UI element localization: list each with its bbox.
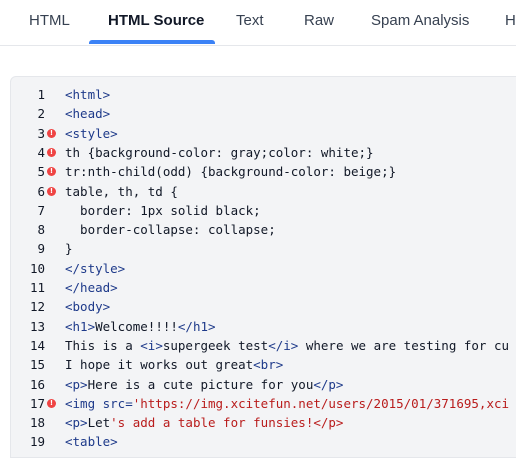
- code-text: border: 1px solid black;: [65, 202, 261, 218]
- active-tab-indicator: [89, 40, 215, 44]
- code-line: 4! th {background-color: gray;color: whit…: [11, 143, 516, 162]
- error-marker-icon[interactable]: !: [47, 398, 56, 408]
- code-text: tr:nth-child(odd) {background-color: bei…: [65, 164, 397, 180]
- code-text: I hope it works out great<br>: [65, 357, 284, 373]
- tab-text[interactable]: Text: [236, 0, 264, 42]
- code-text: <html>: [65, 87, 111, 102]
- line-number: 16: [29, 376, 45, 392]
- line-number: 10: [29, 260, 45, 276]
- error-marker-icon[interactable]: !: [47, 167, 56, 177]
- line-number: 5: [37, 164, 45, 180]
- line-number: 8: [37, 222, 45, 238]
- tab-raw[interactable]: Raw: [304, 0, 334, 42]
- line-number: 15: [29, 357, 45, 373]
- code-text: </style>: [65, 260, 126, 276]
- code-line: 5! tr:nth-child(odd) {background-color: b…: [11, 162, 516, 181]
- code-line: 1 <html>: [11, 85, 516, 104]
- line-number: 9: [37, 241, 45, 257]
- code-line: 17! <img src='https://img.xcitefun.net/us…: [11, 394, 516, 413]
- code-text: table, th, td {: [65, 183, 178, 199]
- line-number: 18: [29, 415, 45, 431]
- code-text: <p>Let's add a table for funsies!</p>: [65, 415, 344, 431]
- code-text: th {background-color: gray;color: white;…: [65, 144, 374, 160]
- code-line: 10 </style>: [11, 259, 516, 278]
- tab-spam-analysis[interactable]: Spam Analysis: [371, 0, 469, 42]
- code-text: <img src='https://img.xcitefun.net/users…: [65, 395, 510, 411]
- error-marker-icon[interactable]: !: [47, 147, 56, 157]
- code-line: 11 </head>: [11, 278, 516, 297]
- code-line: 8 border-collapse: collapse;: [11, 220, 516, 239]
- line-number: 4: [37, 144, 45, 160]
- code-text: <h1>Welcome!!!!</h1>: [65, 318, 216, 334]
- code-text: <p>Here is a cute picture for you</p>: [65, 376, 344, 392]
- line-number: 17: [29, 395, 45, 411]
- code-text: }: [65, 241, 73, 257]
- line-number: 3: [37, 125, 45, 141]
- tab-html[interactable]: HTML: [29, 0, 70, 42]
- line-number: 1: [37, 87, 45, 102]
- code-line: 18 <p>Let's add a table for funsies!</p>: [11, 413, 516, 432]
- code-line: 6! table, th, td {: [11, 182, 516, 201]
- line-number: 2: [37, 106, 45, 122]
- source-code-viewer[interactable]: 1 <html> 2 <head> 3! <style> 4! th {background-…: [10, 76, 516, 458]
- code-text: border-collapse: collapse;: [65, 222, 276, 238]
- tab-headers[interactable]: H: [505, 0, 516, 42]
- code-line: 3! <style>: [11, 124, 516, 143]
- line-number: 13: [29, 318, 45, 334]
- code-line: 7 border: 1px solid black;: [11, 201, 516, 220]
- line-number: 6: [37, 183, 45, 199]
- code-line: 16 <p>Here is a cute picture for you</p>: [11, 375, 516, 394]
- error-marker-icon[interactable]: !: [47, 186, 56, 196]
- code-line: 12 <body>: [11, 297, 516, 316]
- line-number: 11: [29, 280, 45, 295]
- code-text: This is a <i>supergeek test</i> where we…: [65, 337, 510, 353]
- code-line: 9}: [11, 239, 516, 258]
- code-text: <body>: [65, 299, 111, 315]
- code-text: </head>: [65, 280, 118, 295]
- line-number: 7: [37, 202, 45, 218]
- code-line: 2 <head>: [11, 104, 516, 123]
- tab-html-source[interactable]: HTML Source: [108, 0, 204, 42]
- line-number: 14: [29, 337, 45, 353]
- code-line: 15 I hope it works out great<br>: [11, 355, 516, 374]
- tab-bar: HTML HTML Source Text Raw Spam Analysis …: [0, 0, 516, 46]
- code-line: 14 This is a <i>supergeek test</i> where …: [11, 336, 516, 355]
- error-marker-icon[interactable]: !: [47, 128, 56, 138]
- code-text: <style>: [65, 125, 118, 141]
- line-number: 12: [29, 299, 45, 315]
- code-line: 13 <h1>Welcome!!!!</h1>: [11, 317, 516, 336]
- code-text: <head>: [65, 106, 111, 122]
